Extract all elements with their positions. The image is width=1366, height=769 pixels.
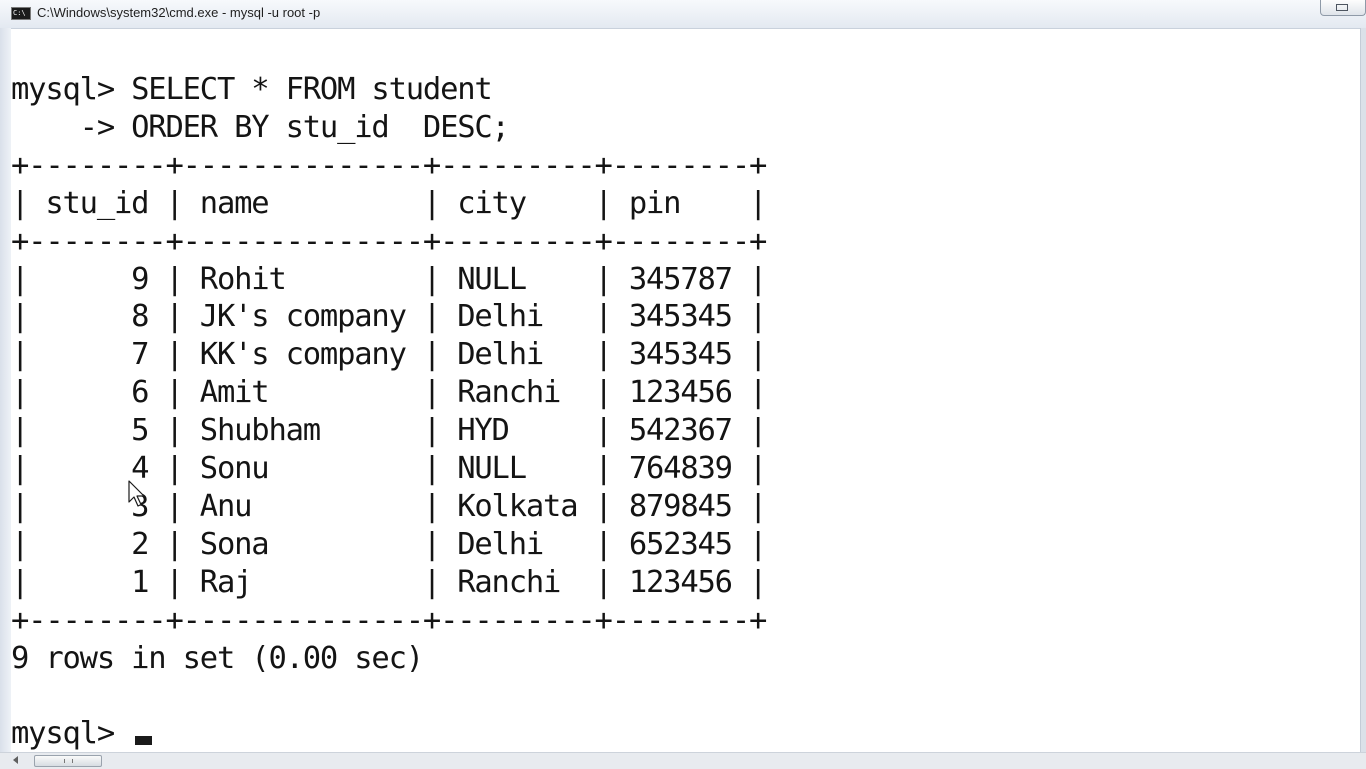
title-bar[interactable]: C:\ C:\Windows\system32\cmd.exe - mysql …: [0, 0, 1366, 29]
horizontal-scrollbar[interactable]: [0, 752, 1366, 769]
scroll-left-arrow-icon[interactable]: [13, 756, 18, 764]
table-header-row: | stu_id | name | city | pin |: [11, 185, 767, 221]
cmd-icon[interactable]: C:\: [11, 7, 31, 20]
table-row: | 6 | Amit | Ranchi | 123456 |: [11, 375, 767, 411]
table-row: | 1 | Raj | Ranchi | 123456 |: [11, 564, 767, 600]
table-row: | 8 | JK's company | Delhi | 345345 |: [11, 299, 767, 335]
window-title: C:\Windows\system32\cmd.exe - mysql -u r…: [37, 5, 321, 20]
console-output[interactable]: mysql> SELECT * FROM student -> ORDER BY…: [11, 71, 1366, 753]
minimize-button[interactable]: [1320, 0, 1366, 16]
window-frame-left: [0, 28, 11, 752]
console-line: -> ORDER BY stu_id DESC;: [11, 109, 510, 145]
mouse-pointer-icon: [128, 480, 145, 507]
text-cursor[interactable]: [135, 736, 153, 746]
table-row: | 7 | KK's company | Delhi | 345345 |: [11, 337, 767, 373]
vertical-scrollbar[interactable]: [1360, 28, 1366, 752]
table-row: | 4 | Sonu | NULL | 764839 |: [11, 451, 767, 487]
table-border: +--------+--------------+---------+-----…: [11, 147, 767, 183]
table-row: | 5 | Shubham | HYD | 542367 |: [11, 413, 767, 449]
table-row: | 2 | Sona | Delhi | 652345 |: [11, 526, 767, 562]
scrollbar-thumb[interactable]: [34, 755, 102, 767]
result-summary: 9 rows in set (0.00 sec): [11, 640, 424, 676]
mysql-prompt: mysql>: [11, 716, 132, 752]
console-line: mysql> SELECT * FROM student: [11, 72, 493, 107]
table-row: | 9 | Rohit | NULL | 345787 |: [11, 261, 767, 297]
table-border: +--------+--------------+---------+-----…: [11, 602, 767, 638]
window-control-icon: [1336, 4, 1348, 11]
table-row: | 3 | Anu | Kolkata | 879845 |: [11, 488, 767, 524]
table-border: +--------+--------------+---------+-----…: [11, 223, 767, 259]
